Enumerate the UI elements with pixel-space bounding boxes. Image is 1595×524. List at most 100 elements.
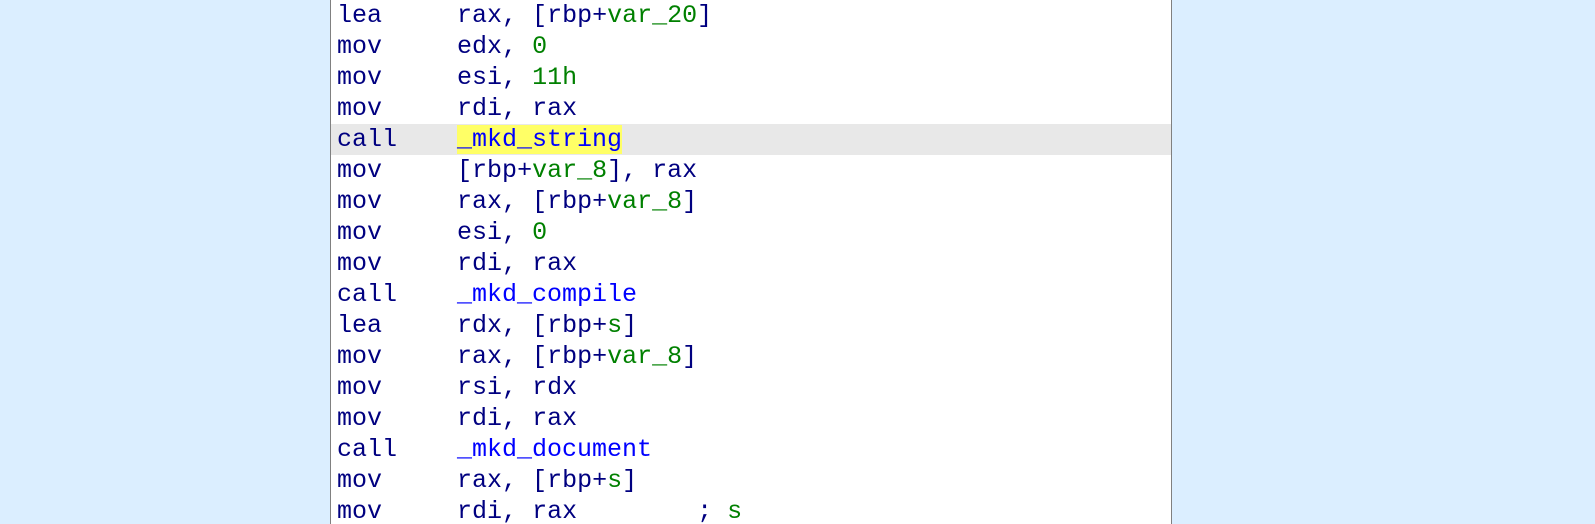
- asm-line[interactable]: mov rdi, rax: [331, 403, 1171, 434]
- operand: ,: [502, 249, 532, 278]
- asm-line[interactable]: mov edx, 0: [331, 31, 1171, 62]
- operand: rbp: [472, 156, 517, 185]
- operand: ]: [682, 342, 697, 371]
- mnemonic: lea: [337, 311, 382, 340]
- asm-line[interactable]: lea rdx, [rbp+s]: [331, 310, 1171, 341]
- asm-line[interactable]: mov rax, [rbp+var_8]: [331, 186, 1171, 217]
- operand: esi: [457, 218, 502, 247]
- operand: ,: [502, 497, 532, 524]
- selected-identifier[interactable]: _mkd_string: [457, 125, 622, 154]
- operand: , [: [502, 466, 547, 495]
- operand: rdi: [457, 497, 502, 524]
- mnemonic: mov: [337, 373, 382, 402]
- variable-ref[interactable]: var_8: [532, 156, 607, 185]
- mnemonic: mov: [337, 94, 382, 123]
- operand: ,: [502, 404, 532, 433]
- mnemonic: mov: [337, 218, 382, 247]
- operand: rdx: [532, 373, 577, 402]
- operand: +: [517, 156, 532, 185]
- mnemonic: mov: [337, 32, 382, 61]
- asm-line[interactable]: mov rax, [rbp+s]: [331, 465, 1171, 496]
- operand: rbp: [547, 311, 592, 340]
- asm-line[interactable]: mov rdi, rax ; s: [331, 496, 1171, 524]
- function-ref[interactable]: _mkd_compile: [457, 280, 637, 309]
- mnemonic: mov: [337, 63, 382, 92]
- asm-line[interactable]: mov rax, [rbp+var_8]: [331, 341, 1171, 372]
- operand: esi: [457, 63, 502, 92]
- variable-ref[interactable]: var_20: [607, 1, 697, 30]
- mnemonic: mov: [337, 466, 382, 495]
- operand: +: [592, 342, 607, 371]
- literal: 11h: [532, 63, 577, 92]
- operand: rbp: [547, 342, 592, 371]
- asm-line[interactable]: mov rdi, rax: [331, 93, 1171, 124]
- literal: 0: [532, 32, 547, 61]
- asm-line[interactable]: mov [rbp+var_8], rax: [331, 155, 1171, 186]
- variable-ref[interactable]: s: [727, 497, 742, 524]
- operand: ;: [697, 497, 727, 524]
- operand: +: [592, 311, 607, 340]
- operand: , [: [502, 1, 547, 30]
- literal: 0: [532, 218, 547, 247]
- mnemonic: call: [337, 280, 397, 309]
- operand: rbp: [547, 1, 592, 30]
- disassembly-listing[interactable]: lea rax, [rbp+var_20]mov edx, 0mov esi, …: [330, 0, 1172, 524]
- operand: ]: [682, 187, 697, 216]
- variable-ref[interactable]: var_8: [607, 187, 682, 216]
- operand: rax: [532, 497, 577, 524]
- operand: ,: [502, 373, 532, 402]
- operand: ],: [607, 156, 652, 185]
- operand: , [: [502, 187, 547, 216]
- asm-line[interactable]: mov rsi, rdx: [331, 372, 1171, 403]
- variable-ref[interactable]: s: [607, 466, 622, 495]
- operand: rdi: [457, 249, 502, 278]
- mnemonic: mov: [337, 404, 382, 433]
- operand: rbp: [547, 466, 592, 495]
- operand: rbp: [547, 187, 592, 216]
- variable-ref[interactable]: s: [607, 311, 622, 340]
- mnemonic: mov: [337, 497, 382, 524]
- asm-line[interactable]: lea rax, [rbp+var_20]: [331, 0, 1171, 31]
- mnemonic: call: [337, 435, 397, 464]
- operand: rax: [457, 466, 502, 495]
- page-background: lea rax, [rbp+var_20]mov edx, 0mov esi, …: [0, 0, 1595, 524]
- mnemonic: mov: [337, 187, 382, 216]
- operand: rax: [457, 1, 502, 30]
- asm-line[interactable]: call _mkd_compile: [331, 279, 1171, 310]
- operand: rax: [652, 156, 697, 185]
- operand: ]: [622, 311, 637, 340]
- mnemonic: call: [337, 125, 397, 154]
- operand: +: [592, 466, 607, 495]
- asm-line[interactable]: mov esi, 11h: [331, 62, 1171, 93]
- operand: rax: [532, 94, 577, 123]
- asm-line[interactable]: mov rdi, rax: [331, 248, 1171, 279]
- operand: ]: [697, 1, 712, 30]
- operand: , [: [502, 311, 547, 340]
- mnemonic: lea: [337, 1, 382, 30]
- mnemonic: mov: [337, 249, 382, 278]
- function-ref[interactable]: _mkd_document: [457, 435, 652, 464]
- operand: rax: [457, 342, 502, 371]
- operand: rax: [532, 249, 577, 278]
- variable-ref[interactable]: var_8: [607, 342, 682, 371]
- operand: rax: [532, 404, 577, 433]
- operand: , [: [502, 342, 547, 371]
- operand: rdx: [457, 311, 502, 340]
- operand: ,: [502, 218, 532, 247]
- operand: ,: [502, 94, 532, 123]
- operand: +: [592, 187, 607, 216]
- operand: rdi: [457, 404, 502, 433]
- operand: edx: [457, 32, 502, 61]
- operand: ]: [622, 466, 637, 495]
- operand: +: [592, 1, 607, 30]
- mnemonic: mov: [337, 156, 382, 185]
- operand: ,: [502, 63, 532, 92]
- asm-line[interactable]: call _mkd_document: [331, 434, 1171, 465]
- operand: [: [457, 156, 472, 185]
- asm-line[interactable]: mov esi, 0: [331, 217, 1171, 248]
- operand: rsi: [457, 373, 502, 402]
- operand: ,: [502, 32, 532, 61]
- asm-line[interactable]: call _mkd_string: [331, 124, 1171, 155]
- mnemonic: mov: [337, 342, 382, 371]
- operand: rdi: [457, 94, 502, 123]
